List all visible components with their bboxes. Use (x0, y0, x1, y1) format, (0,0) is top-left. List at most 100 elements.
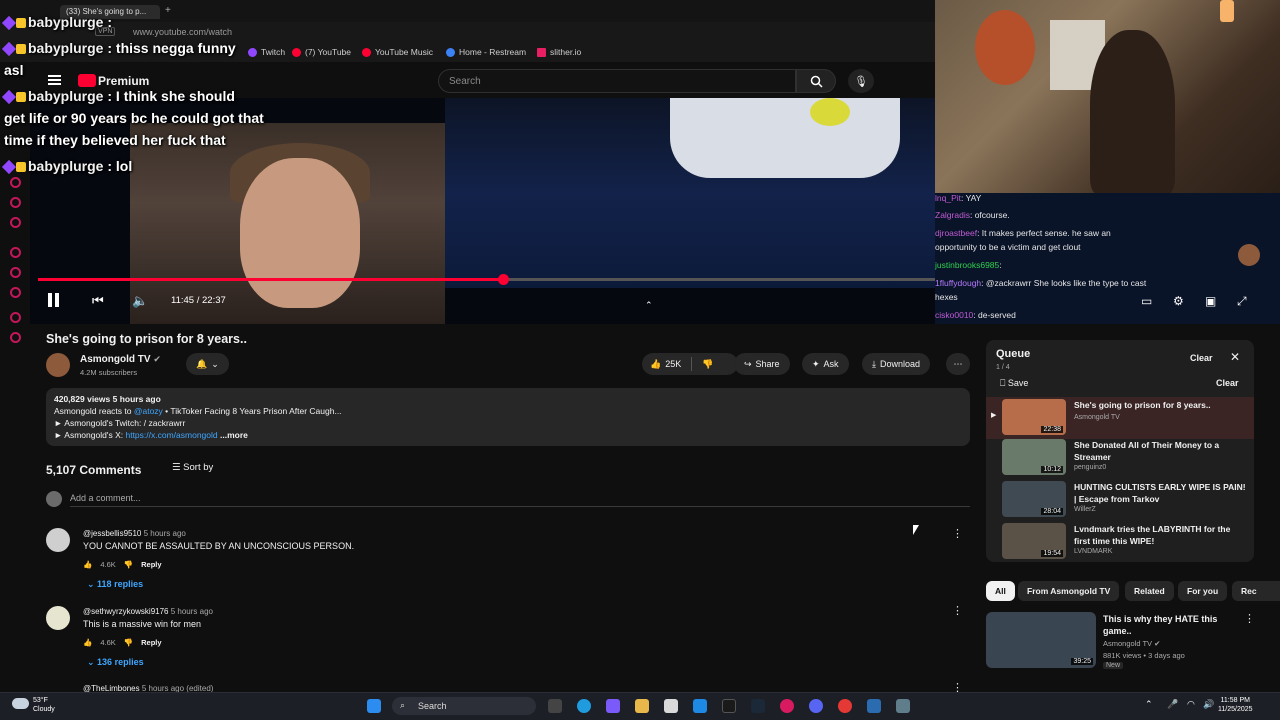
thumbs-up-icon[interactable]: 👍 (83, 638, 92, 647)
comment-user[interactable]: @sethwyrzykowski9176 5 hours ago (83, 607, 213, 616)
menu-icon[interactable] (48, 75, 61, 85)
new-tab-button[interactable]: + (165, 5, 171, 16)
recommended-thumbnail[interactable]: 39:25 (986, 612, 1096, 668)
comment-user[interactable]: @jessbellis9510 5 hours ago (83, 529, 186, 538)
mic-button[interactable]: 🎙 (848, 69, 874, 93)
twitch-link[interactable]: / zackrawrr (144, 418, 186, 428)
queue-item[interactable]: 10:12 She Donated All of Their Money to … (986, 437, 1254, 479)
file-explorer-icon[interactable] (635, 699, 649, 713)
reply-button[interactable]: Reply (141, 638, 161, 647)
store-icon[interactable] (664, 699, 678, 713)
clear-button-2[interactable]: Clear (1216, 378, 1239, 388)
chip-related[interactable]: Related (1125, 581, 1174, 601)
task-view-icon[interactable] (548, 699, 562, 713)
thumbs-down-icon[interactable]: 👎 (124, 638, 133, 647)
queue-item[interactable]: 28:04 HUNTING CULTISTS EARLY WIPE IS PAI… (986, 479, 1254, 521)
replies-toggle[interactable]: ⌄ 118 replies (87, 579, 143, 590)
opera-gx-icon[interactable] (780, 699, 794, 713)
channel-name[interactable]: Asmongold TV ✔ (80, 354, 161, 365)
bookmark-restream[interactable]: Home - Restream (446, 47, 526, 57)
youtube-logo-icon[interactable] (78, 74, 96, 87)
chip-for-you[interactable]: For you (1178, 581, 1228, 601)
queue-item[interactable]: 19:54 Lvndmark tries the LABYRINTH for t… (986, 521, 1254, 563)
mention-link[interactable]: @atozy (134, 406, 163, 416)
x-icon[interactable] (722, 699, 736, 713)
bookmark-twitch[interactable]: Twitch (248, 47, 285, 57)
download-button[interactable]: ⤓ Download (862, 353, 931, 375)
search-input[interactable]: Search (438, 69, 796, 93)
copilot-icon[interactable] (606, 699, 620, 713)
search-button[interactable] (796, 69, 836, 93)
volume-icon[interactable]: 🔈 (132, 293, 148, 309)
youtube-logo-text[interactable]: Premium (98, 74, 149, 88)
recommended-channel[interactable]: Asmongold TV ✔ (1103, 639, 1160, 648)
pause-button[interactable] (48, 293, 62, 307)
fullscreen-button[interactable]: ⤢ (1237, 294, 1247, 309)
recommended-title[interactable]: This is why they HATE this game.. (1103, 613, 1228, 637)
reply-button[interactable]: Reply (141, 560, 161, 569)
rail-icon[interactable] (10, 197, 21, 208)
share-button[interactable]: ↪ Share (734, 353, 790, 375)
app-icon[interactable] (838, 699, 852, 713)
save-button[interactable]: ⎕ Save (1000, 378, 1028, 389)
thumbs-up-icon[interactable]: 👍 (83, 560, 92, 569)
steam-icon[interactable] (751, 699, 765, 713)
add-comment-input[interactable]: Add a comment... (70, 493, 141, 503)
chip-recent[interactable]: Rec (1232, 581, 1280, 601)
thumbs-down-icon[interactable]: 👎 (124, 560, 133, 569)
edge-icon[interactable] (577, 699, 591, 713)
comment-avatar[interactable] (46, 528, 70, 552)
thumbs-down-icon[interactable]: 👎 (702, 359, 713, 370)
close-icon[interactable]: ✕ (1230, 350, 1240, 364)
taskbar-search[interactable]: ⌕ Search (392, 697, 536, 715)
rail-icon[interactable] (10, 332, 21, 343)
comment-menu-icon[interactable]: ⋮ (952, 527, 963, 540)
chevron-up-icon[interactable]: ⌃ (645, 300, 653, 311)
rail-icon[interactable] (10, 177, 21, 188)
settings-icon[interactable] (896, 699, 910, 713)
windows-start-icon[interactable] (367, 699, 381, 713)
more-link[interactable]: ...more (220, 430, 248, 440)
comment-menu-icon[interactable]: ⋮ (952, 604, 963, 617)
avatar[interactable] (1238, 244, 1260, 266)
more-actions-button[interactable]: ⋯ (946, 353, 970, 375)
captions-button[interactable]: ▭ (1141, 294, 1152, 308)
wifi-icon[interactable]: ◠ (1187, 699, 1195, 710)
channel-avatar[interactable] (46, 353, 70, 377)
progress-scrubber[interactable] (498, 274, 509, 285)
comment-avatar[interactable] (46, 606, 70, 630)
recommended-menu-icon[interactable]: ⋮ (1244, 612, 1255, 625)
browser-side-rail (0, 62, 30, 692)
url-text[interactable]: www.youtube.com/watch (133, 27, 232, 37)
replies-toggle[interactable]: ⌄ 136 replies (87, 657, 144, 668)
rail-icon[interactable] (10, 267, 21, 278)
description-box[interactable]: 420,829 views 5 hours ago Asmongold reac… (46, 388, 970, 446)
chevron-up-icon[interactable]: ⌃ (1145, 699, 1153, 710)
weather-widget[interactable]: 53°F Cloudy (33, 696, 55, 714)
discord-icon[interactable] (809, 699, 823, 713)
bookmark-slither[interactable]: slither.io (537, 47, 581, 57)
gear-icon[interactable]: ⚙ (1173, 294, 1184, 308)
previous-button[interactable]: ⏮ (92, 293, 104, 309)
bookmark-youtube-music[interactable]: YouTube Music (362, 47, 433, 57)
rail-icon[interactable] (10, 287, 21, 298)
chip-from-channel[interactable]: From Asmongold TV (1018, 581, 1120, 601)
clear-button[interactable]: Clear (1190, 353, 1213, 363)
notifications-button[interactable]: 🔔 ⌄ (186, 353, 229, 375)
mic-icon[interactable]: 🎤 (1167, 699, 1178, 710)
rail-icon[interactable] (10, 217, 21, 228)
app-icon[interactable] (867, 699, 881, 713)
rail-icon[interactable] (10, 312, 21, 323)
system-clock[interactable]: 11:58 PM 11/25/2025 (1218, 696, 1253, 714)
queue-item[interactable]: ▶ 22:38 She's going to prison for 8 year… (986, 397, 1254, 439)
like-button[interactable]: 👍 25K 👎 (642, 353, 738, 375)
miniplayer-button[interactable]: ▣ (1205, 294, 1216, 308)
volume-icon[interactable]: 🔊 (1203, 699, 1214, 710)
x-link[interactable]: https://x.com/asmongold (125, 430, 217, 440)
sort-button[interactable]: ☰ Sort by (172, 462, 213, 473)
ask-button[interactable]: ✦ Ask (802, 353, 849, 375)
bookmark-youtube[interactable]: (7) YouTube (292, 47, 351, 57)
chip-all[interactable]: All (986, 581, 1015, 601)
mail-icon[interactable] (693, 699, 707, 713)
rail-icon[interactable] (10, 247, 21, 258)
